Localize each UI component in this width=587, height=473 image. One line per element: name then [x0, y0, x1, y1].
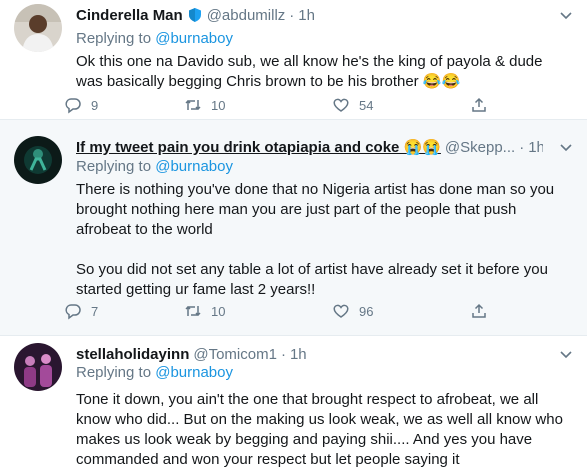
verified-badge-icon [187, 7, 203, 23]
separator-dot: · [289, 6, 295, 24]
tweet-actions: 9 10 54 [65, 96, 516, 116]
timestamp[interactable]: 1h [290, 346, 307, 363]
display-name[interactable]: stellaholidayinn [76, 346, 189, 363]
timestamp[interactable]: 1h [528, 139, 543, 156]
display-name[interactable]: If my tweet pain you drink otapiapia and… [76, 138, 441, 156]
user-handle[interactable]: @Skepp... [445, 139, 515, 156]
replying-to: Replying to @burnaboy [76, 30, 233, 47]
heart-icon [333, 98, 349, 112]
separator-dot: · [519, 138, 525, 156]
heart-icon [333, 304, 349, 318]
reply-button[interactable]: 7 [64, 302, 98, 320]
user-handle[interactable]: @abdumillz [207, 7, 286, 24]
share-button[interactable] [470, 302, 488, 320]
chevron-down-icon[interactable] [559, 10, 573, 20]
replying-to: Replying to @burnaboy [76, 158, 233, 175]
retweet-button[interactable]: 10 [184, 96, 225, 114]
tweet-header: Cinderella Man @abdumillz · 1h [76, 4, 315, 26]
reply-icon [65, 98, 81, 114]
tweet-1[interactable]: Cinderella Man @abdumillz · 1h Replying … [0, 0, 587, 120]
avatar[interactable] [14, 343, 62, 391]
tweet-header: stellaholidayinn @Tomicom1 · 1h [76, 343, 307, 365]
retweet-count: 10 [211, 303, 226, 319]
mention-link[interactable]: @burnaboy [155, 364, 233, 381]
chevron-down-icon[interactable] [559, 142, 573, 152]
avatar[interactable] [14, 4, 62, 52]
replying-to-label: Replying to [76, 364, 156, 381]
reply-count: 9 [91, 97, 99, 113]
tweet-2[interactable]: If my tweet pain you drink otapiapia and… [0, 120, 587, 336]
reply-icon [65, 304, 81, 320]
mention-link[interactable]: @burnaboy [155, 30, 233, 47]
tweet-actions: 7 10 96 [65, 302, 516, 322]
replying-to-label: Replying to [76, 158, 156, 175]
retweet-count: 10 [211, 97, 226, 113]
like-button[interactable]: 96 [332, 302, 373, 320]
chevron-down-icon[interactable] [559, 349, 573, 359]
tweet-text: There is nothing you've done that no Nig… [76, 181, 555, 298]
retweet-button[interactable]: 10 [184, 302, 225, 320]
replying-to: Replying to @burnaboy [76, 364, 233, 381]
reply-button[interactable]: 9 [64, 96, 98, 114]
separator-dot: · [280, 345, 286, 363]
tweet-text: Tone it down, you ain't the one that bro… [76, 391, 563, 468]
mention-link[interactable]: @burnaboy [155, 158, 233, 175]
share-icon [472, 97, 486, 112]
like-count: 54 [359, 97, 374, 113]
tweet-3[interactable]: stellaholidayinn @Tomicom1 · 1h Replying… [0, 336, 587, 473]
share-icon [472, 303, 486, 318]
like-count: 96 [359, 303, 374, 319]
replying-to-label: Replying to [76, 30, 156, 47]
retweet-icon [185, 305, 201, 317]
like-button[interactable]: 54 [332, 96, 373, 114]
share-button[interactable] [470, 96, 488, 114]
retweet-icon [185, 99, 201, 111]
tweet-header: If my tweet pain you drink otapiapia and… [76, 136, 543, 158]
reply-count: 7 [91, 303, 99, 319]
tweet-text: Ok this one na Davido sub, we all know h… [76, 53, 543, 90]
timestamp[interactable]: 1h [298, 7, 315, 24]
user-handle[interactable]: @Tomicom1 [193, 346, 277, 363]
display-name[interactable]: Cinderella Man [76, 7, 183, 24]
avatar[interactable] [14, 136, 62, 184]
